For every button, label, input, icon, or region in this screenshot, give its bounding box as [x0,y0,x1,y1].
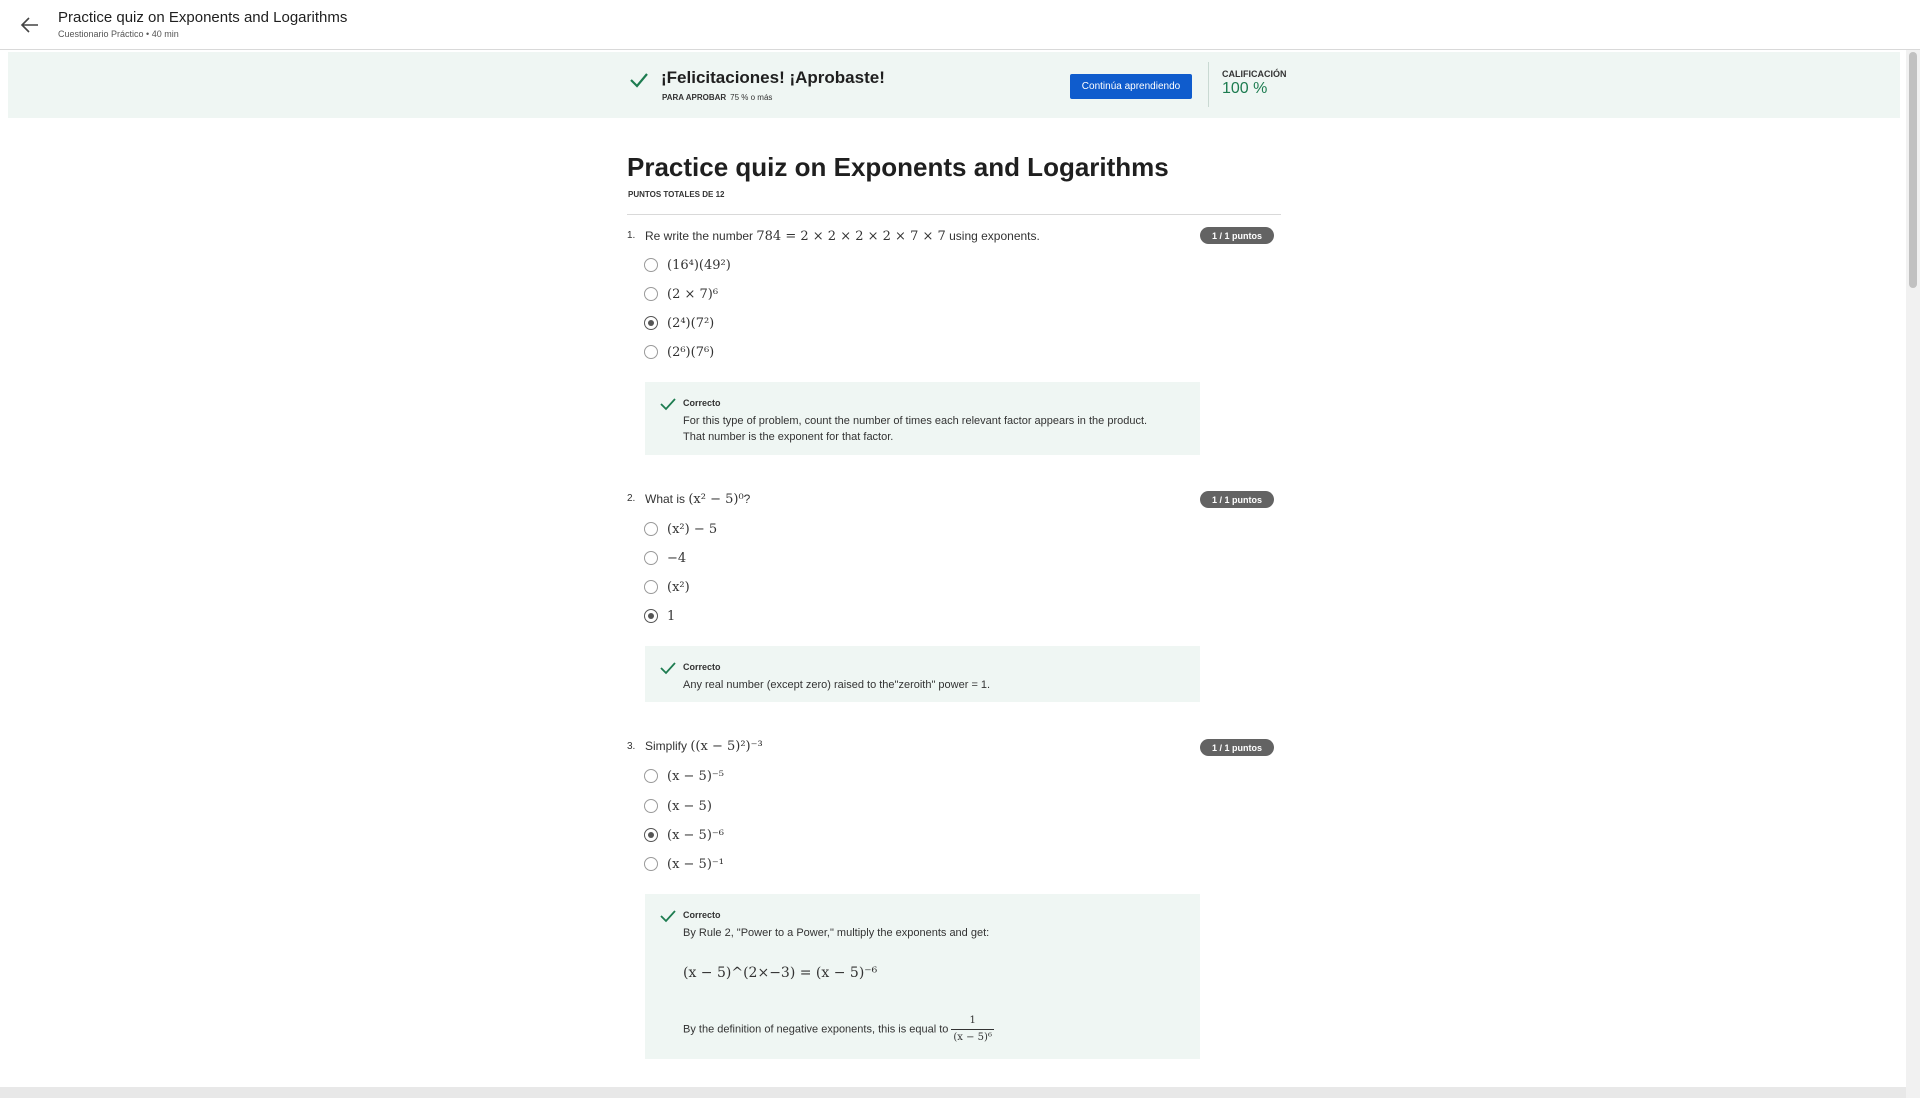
feedback-text: By the definition of negative exponents,… [683,1013,994,1046]
scrollbar-thumb[interactable] [1909,52,1917,288]
feedback-text: For this type of problem, count the numb… [683,415,1148,427]
feedback-box: Correcto Any real number (except zero) r… [645,646,1200,702]
radio-button[interactable] [644,522,658,536]
grade-label: CALIFICACIÓN [1222,69,1287,79]
answer-option[interactable]: −4 [644,549,686,567]
result-banner [8,52,1900,118]
question-text: Simplify ((x − 5)²)⁻³ [645,739,763,754]
feedback-box: Correcto For this type of problem, count… [645,382,1200,455]
horizontal-scrollbar[interactable] [0,1087,1906,1098]
answer-option[interactable]: (2⁴)(7²) [644,314,714,332]
feedback-title: Correcto [683,662,721,672]
question-number: 2. [627,493,636,504]
radio-button[interactable] [644,799,658,813]
answer-option[interactable]: (x − 5)⁻⁶ [644,826,724,844]
feedback-box: Correcto By Rule 2, "Power to a Power," … [645,894,1200,1059]
answer-option[interactable]: (16⁴)(49²) [644,256,731,274]
radio-button[interactable] [644,857,658,871]
question-text: Re write the number 784 = 2 × 2 × 2 × 2 … [645,229,1040,244]
feedback-equation: (x − 5)^(2×−3) = (x − 5)⁻⁶ [683,965,878,981]
answer-option[interactable]: (2 × 7)⁶ [644,285,718,303]
answer-option[interactable]: (x − 5)⁻⁵ [644,767,724,785]
radio-button[interactable] [644,551,658,565]
question-number: 3. [627,741,636,752]
grade-value: 100 % [1222,80,1268,97]
feedback-text: Any real number (except zero) raised to … [683,679,991,691]
pass-message: ¡Felicitaciones! ¡Aprobaste! [661,68,885,87]
check-icon [630,73,648,88]
radio-button-selected[interactable] [644,828,658,842]
header-title: Practice quiz on Exponents and Logarithm… [58,9,348,26]
points-badge: 1 / 1 puntos [1200,491,1274,508]
question-number: 1. [627,230,636,241]
radio-button[interactable] [644,769,658,783]
page-title: Practice quiz on Exponents and Logarithm… [627,152,1169,182]
answer-option[interactable]: (x²) − 5 [644,520,717,538]
continue-learning-button[interactable]: Continúa aprendiendo [1070,74,1192,99]
radio-button-selected[interactable] [644,316,658,330]
answer-option[interactable]: (2⁶)(7⁶) [644,343,714,361]
radio-button[interactable] [644,345,658,359]
top-bar: Practice quiz on Exponents and Logarithm… [0,0,1920,50]
total-points: PUNTOS TOTALES DE 12 [628,190,725,199]
divider [1208,62,1209,107]
vertical-scrollbar[interactable] [1906,50,1920,1098]
radio-button[interactable] [644,580,658,594]
points-badge: 1 / 1 puntos [1200,227,1274,244]
fraction: 1 (x − 5)⁶ [951,1015,994,1043]
feedback-text: By Rule 2, "Power to a Power," multiply … [683,927,990,939]
check-icon [660,398,676,411]
answer-option[interactable]: 1 [644,607,675,625]
check-icon [660,910,676,923]
radio-button-selected[interactable] [644,609,658,623]
pass-requirement: PARA APROBAR 75 % o más [662,93,773,102]
arrow-left-icon[interactable] [19,14,41,36]
radio-button[interactable] [644,287,658,301]
header-subtitle: Cuestionario Práctico • 40 min [58,29,179,39]
answer-option[interactable]: (x − 5) [644,797,712,815]
check-icon [660,662,676,675]
answer-option[interactable]: (x − 5)⁻¹ [644,855,724,873]
feedback-title: Correcto [683,398,721,408]
points-badge: 1 / 1 puntos [1200,739,1274,756]
feedback-text: That number is the exponent for that fac… [683,431,894,443]
divider [627,214,1281,215]
radio-button[interactable] [644,258,658,272]
feedback-title: Correcto [683,910,721,920]
answer-option[interactable]: (x²) [644,578,690,596]
question-text: What is (x² − 5)⁰? [645,492,751,507]
